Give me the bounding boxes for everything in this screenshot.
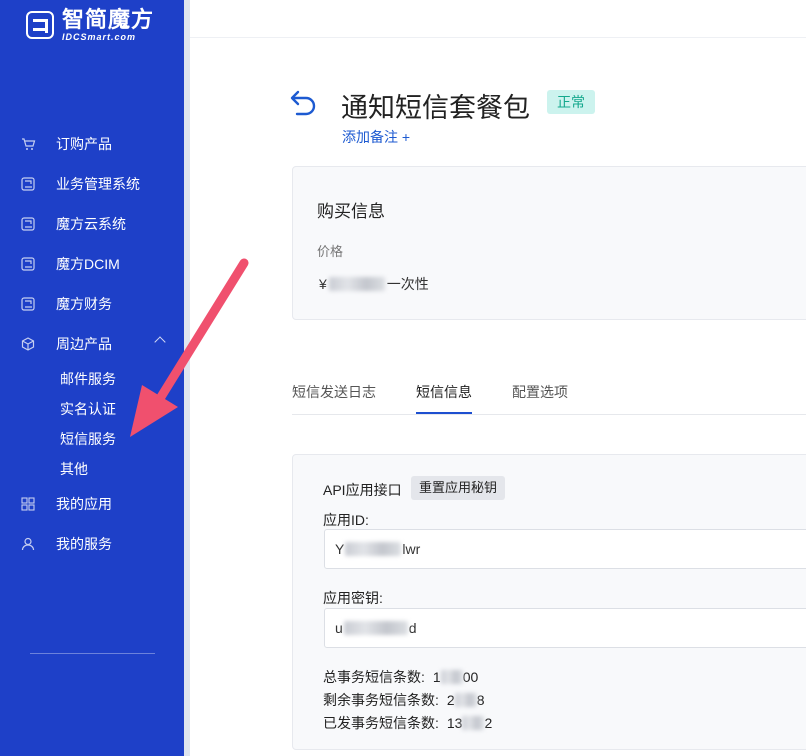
tab-bar: 短信发送日志 短信信息 配置选项 — [292, 370, 806, 415]
sidebar-item-label: 我的应用 — [56, 496, 112, 512]
app-id-field[interactable]: Y lwr — [324, 529, 806, 569]
stat-total-end: 00 — [462, 669, 479, 685]
tab-sms-info[interactable]: 短信信息 — [416, 382, 472, 402]
top-bar — [190, 0, 806, 38]
product-logo-icon — [20, 296, 36, 312]
app-secret-start: u — [335, 620, 343, 636]
stat-sent: 已发事务短信条数: 13 2 — [323, 713, 492, 733]
stat-total: 总事务短信条数: 1 00 — [323, 667, 478, 687]
product-logo-icon — [20, 216, 36, 232]
sidebar-item-label: 魔方云系统 — [56, 216, 126, 232]
stat-remaining-end: 8 — [476, 692, 485, 708]
active-tab-indicator — [416, 412, 472, 414]
add-note-link[interactable]: 添加备注 + — [342, 127, 410, 147]
sidebar-item-cloud[interactable]: 魔方云系统 — [0, 204, 184, 244]
app-secret-end: d — [408, 620, 417, 636]
price-currency: ¥ — [319, 276, 327, 292]
app-id-label: 应用ID: — [323, 512, 369, 528]
stat-total-start: 1 — [432, 669, 441, 685]
annotation-arrow-icon — [130, 258, 249, 437]
app-secret-field[interactable]: u d — [324, 608, 806, 648]
price-billing-cycle: 一次性 — [386, 276, 429, 292]
stat-remaining-label: 剩余事务短信条数: — [323, 692, 439, 708]
page-title: 通知短信套餐包 — [341, 93, 530, 123]
reset-secret-button[interactable]: 重置应用秘钥 — [411, 476, 506, 500]
sidebar-item-label: 周边产品 — [56, 336, 112, 352]
sidebar-item-order[interactable]: 订购产品 — [0, 124, 184, 164]
sidebar-item-label: 魔方财务 — [56, 296, 112, 312]
product-logo-icon — [20, 176, 36, 192]
submenu-item-other[interactable]: 其他 — [60, 454, 184, 484]
sidebar-item-my-apps[interactable]: 我的应用 — [0, 484, 184, 524]
tab-config-options[interactable]: 配置选项 — [512, 382, 568, 402]
sidebar-item-label: 魔方DCIM — [56, 256, 120, 272]
brand-name: 智简魔方 — [62, 7, 155, 32]
stat-remaining: 剩余事务短信条数: 2 8 — [323, 690, 484, 710]
stat-sent-redacted — [462, 716, 485, 730]
sidebar-item-business[interactable]: 业务管理系统 — [0, 164, 184, 204]
stat-remaining-start: 2 — [446, 692, 455, 708]
app-secret-label: 应用密钥: — [323, 590, 383, 606]
sidebar-item-label: 订购产品 — [56, 136, 112, 152]
back-arrow-icon[interactable] — [290, 88, 318, 116]
logo-icon — [26, 11, 54, 39]
cube-icon — [20, 336, 36, 352]
purchase-info-title: 购买信息 — [317, 202, 385, 221]
stat-sent-start: 13 — [446, 715, 463, 731]
app-id-start: Y — [335, 541, 345, 557]
app-id-redacted — [345, 542, 402, 556]
price-redacted — [328, 277, 385, 291]
brand-domain: IDCSmart.com — [62, 32, 137, 42]
cart-icon — [20, 136, 36, 152]
sidebar-divider — [30, 653, 155, 654]
sidebar-item-label: 我的服务 — [56, 536, 112, 552]
stat-remaining-redacted — [454, 693, 477, 707]
apps-grid-icon — [20, 496, 36, 512]
stat-sent-label: 已发事务短信条数: — [323, 715, 439, 731]
stat-total-redacted — [440, 670, 463, 684]
stat-sent-end: 2 — [484, 715, 493, 731]
stat-total-label: 总事务短信条数: — [323, 669, 425, 685]
status-badge: 正常 — [547, 90, 595, 114]
user-icon — [20, 536, 36, 552]
price-value: ¥ 一次性 — [319, 274, 429, 294]
purchase-info-card: 购买信息 价格 ¥ 一次性 — [292, 166, 806, 320]
app-secret-redacted — [343, 621, 408, 635]
sidebar-item-label: 业务管理系统 — [56, 176, 140, 192]
sidebar-item-my-services[interactable]: 我的服务 — [0, 524, 184, 564]
api-info-card: API应用接口 重置应用秘钥 应用ID: Y lwr 应用密钥: u d 总事务… — [292, 454, 806, 750]
product-logo-icon — [20, 256, 36, 272]
tab-sms-log[interactable]: 短信发送日志 — [292, 382, 376, 402]
brand-logo[interactable]: 智简魔方 IDCSmart.com — [26, 8, 154, 42]
app-id-end: lwr — [402, 541, 421, 557]
price-label: 价格 — [317, 244, 344, 259]
api-interface-label: API应用接口 — [323, 482, 402, 498]
